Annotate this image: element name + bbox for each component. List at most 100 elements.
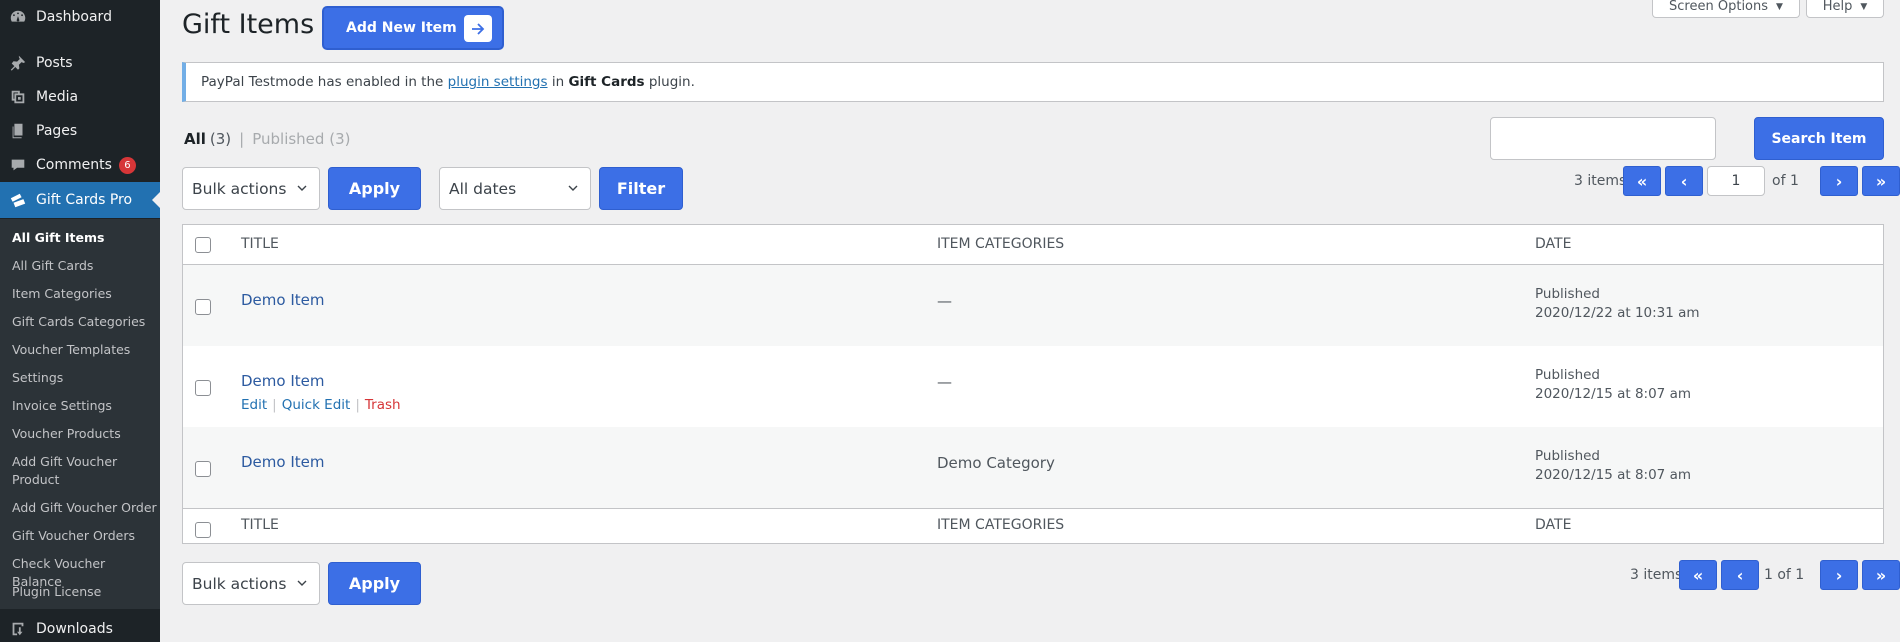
submenu-all-gift-items[interactable]: All Gift Items [12,229,158,247]
search-input[interactable] [1490,117,1716,160]
table-row: Demo Item — Published 2020/12/22 at 10:31… [183,265,1883,346]
apply-button-top[interactable]: Apply [328,167,421,210]
item-category: — [937,373,952,391]
item-title-link[interactable]: Demo Item [241,453,324,471]
row-checkbox[interactable] [195,461,211,477]
column-title-footer[interactable]: TITLE [241,517,279,533]
column-categories-header: ITEM CATEGORIES [937,236,1065,252]
menu-item-comments[interactable]: Comments 6 [0,148,160,182]
bulk-actions-value: Bulk actions [192,574,287,593]
menu-label: Media [36,89,79,105]
submenu-add-gift-voucher-product[interactable]: Add Gift Voucher Product [12,453,158,489]
plugin-settings-link[interactable]: plugin settings [448,74,548,90]
items-count-bottom: 3 items [1630,567,1683,583]
total-pages-label: of 1 [1772,173,1799,189]
item-date: Published 2020/12/22 at 10:31 am [1535,285,1700,323]
next-page-button-bottom[interactable]: › [1820,560,1858,590]
submenu-item-categories[interactable]: Item Categories [12,285,158,303]
screen-options-tab[interactable]: Screen Options ▼ [1652,0,1800,18]
view-published-count: (3) [329,130,351,148]
menu-item-dashboard[interactable]: Dashboard [0,0,160,34]
notice-suffix: plugin. [648,74,695,90]
submenu-plugin-license[interactable]: Plugin License [12,583,158,601]
bulk-actions-select-bottom[interactable]: Bulk actions [182,562,320,605]
menu-label: Dashboard [36,9,112,25]
table-row: Demo Item Demo Category Published 2020/12… [183,427,1883,508]
column-date-header[interactable]: DATE [1535,236,1571,252]
add-new-item-button[interactable]: Add New Item [322,6,504,50]
comment-icon [0,156,36,174]
prev-page-button-top[interactable]: ‹ [1665,166,1703,196]
item-title-link[interactable]: Demo Item [241,291,324,309]
item-date: Published 2020/12/15 at 8:07 am [1535,447,1691,485]
select-all-checkbox[interactable] [195,237,211,253]
submenu-gift-voucher-orders[interactable]: Gift Voucher Orders [12,527,158,545]
row-actions: Edit | Quick Edit | Trash [241,397,401,413]
column-title-header[interactable]: TITLE [241,236,279,252]
column-categories-footer: ITEM CATEGORIES [937,517,1065,533]
apply-button-bottom[interactable]: Apply [328,562,421,605]
dashboard-icon [0,8,36,26]
date-filter-value: All dates [449,179,517,198]
search-item-button[interactable]: Search Item [1754,117,1884,160]
view-all-link[interactable]: All (3) [184,130,231,148]
row-checkbox[interactable] [195,380,211,396]
row-checkbox[interactable] [195,299,211,315]
pages-icon [0,122,36,140]
menu-item-pages[interactable]: Pages [0,114,160,148]
gift-cards-icon [0,191,36,209]
submenu-settings[interactable]: Settings [12,369,158,387]
date-filter-select[interactable]: All dates [439,167,591,210]
item-title-link[interactable]: Demo Item [241,372,324,390]
bulk-actions-select-top[interactable]: Bulk actions [182,167,320,210]
caret-down-icon: ▼ [1860,1,1868,12]
quick-edit-link[interactable]: Quick Edit [282,397,351,413]
last-page-button-bottom[interactable]: » [1862,560,1900,590]
first-page-button-top[interactable]: « [1623,166,1661,196]
menu-label: Pages [36,123,78,139]
view-filters: All (3) | Published (3) [184,130,350,148]
trash-link[interactable]: Trash [365,397,401,413]
last-page-button-top[interactable]: » [1862,166,1900,196]
edit-link[interactable]: Edit [241,397,267,413]
submenu-all-gift-cards[interactable]: All Gift Cards [12,257,158,275]
add-new-item-label: Add New Item [346,20,457,36]
menu-item-posts[interactable]: Posts [0,46,160,80]
menu-label: Comments [36,157,112,173]
caret-down-icon: ▼ [1776,1,1783,12]
view-published-link[interactable]: Published (3) [252,130,350,148]
action-separator: | [272,397,277,413]
current-page-input[interactable]: 1 [1707,166,1765,196]
submenu-invoice-settings[interactable]: Invoice Settings [12,397,158,415]
first-page-button-bottom[interactable]: « [1679,560,1717,590]
prev-page-button-bottom[interactable]: ‹ [1721,560,1759,590]
item-date-value: 2020/12/15 at 8:07 am [1535,386,1691,402]
menu-label: Downloads [36,621,113,637]
table-footer-row: TITLE ITEM CATEGORIES DATE [183,508,1883,544]
item-date-value: 2020/12/15 at 8:07 am [1535,467,1691,483]
next-page-button-top[interactable]: › [1820,166,1858,196]
submenu-gift-cards-categories[interactable]: Gift Cards Categories [12,313,158,331]
column-date-footer[interactable]: DATE [1535,517,1571,533]
chevron-down-icon [297,580,307,586]
page-of-label: 1 of 1 [1764,567,1805,583]
item-status: Published [1535,448,1600,464]
comments-count-badge: 6 [118,156,136,174]
view-published-label: Published [252,130,325,148]
item-date-value: 2020/12/22 at 10:31 am [1535,305,1700,321]
help-tab[interactable]: Help ▼ [1806,0,1884,18]
select-all-checkbox-footer[interactable] [195,522,211,538]
menu-item-gift-cards-pro[interactable]: Gift Cards Pro [0,182,160,218]
arrow-right-icon [464,15,492,42]
notice-middle: in [551,74,565,90]
items-count-top: 3 items [1574,173,1627,189]
filter-button[interactable]: Filter [599,167,683,210]
view-separator: | [239,130,245,148]
submenu-add-gift-voucher-order[interactable]: Add Gift Voucher Order [12,499,158,517]
help-label: Help [1822,0,1853,14]
menu-item-media[interactable]: Media [0,80,160,114]
submenu-voucher-templates[interactable]: Voucher Templates [12,341,158,359]
menu-label: Posts [36,55,73,71]
submenu-voucher-products[interactable]: Voucher Products [12,425,158,443]
menu-item-downloads[interactable]: Downloads [0,612,160,642]
